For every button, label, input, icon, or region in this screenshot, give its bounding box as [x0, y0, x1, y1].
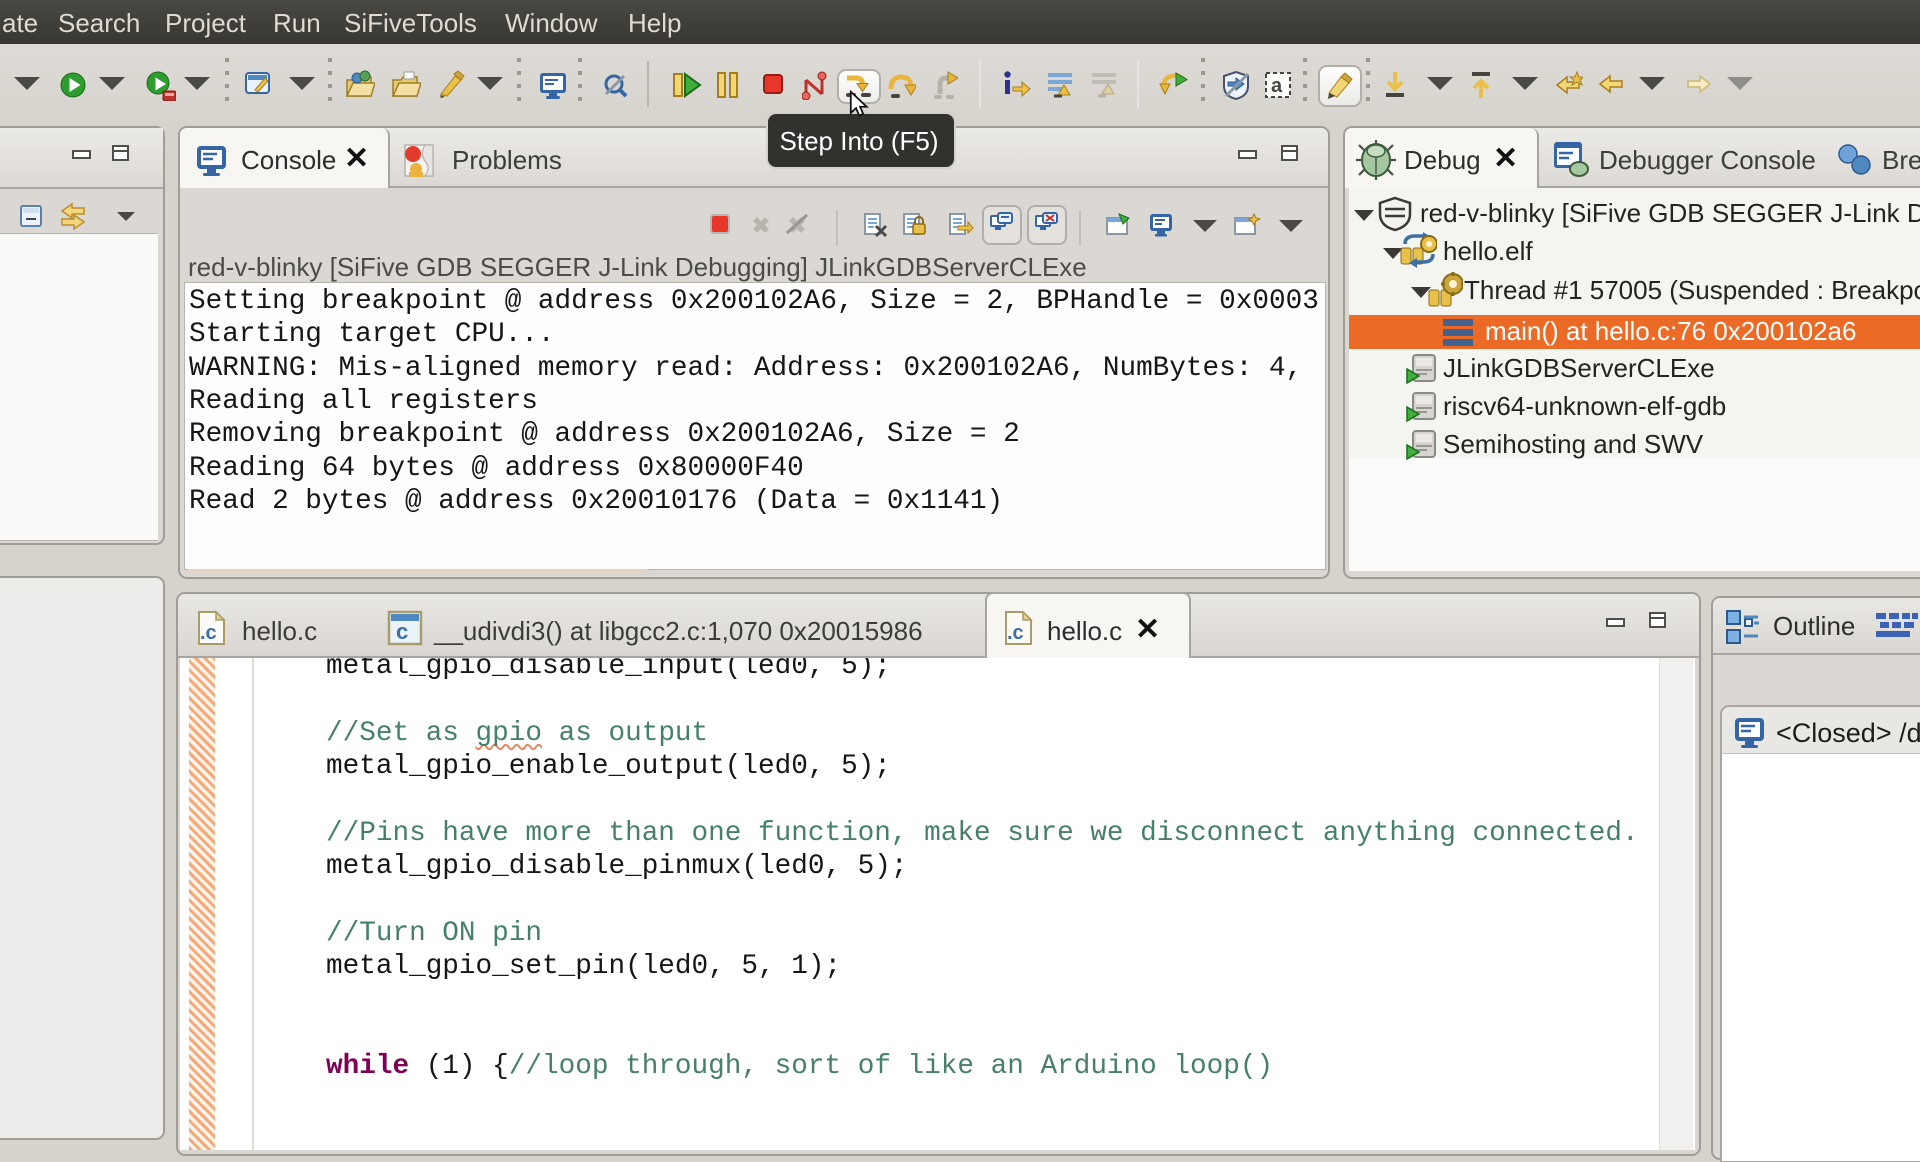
svg-text:c: c: [396, 619, 408, 644]
svg-text:.c: .c: [1007, 622, 1024, 644]
svg-text:a: a: [1271, 75, 1283, 97]
svg-text:.c: .c: [200, 622, 217, 644]
